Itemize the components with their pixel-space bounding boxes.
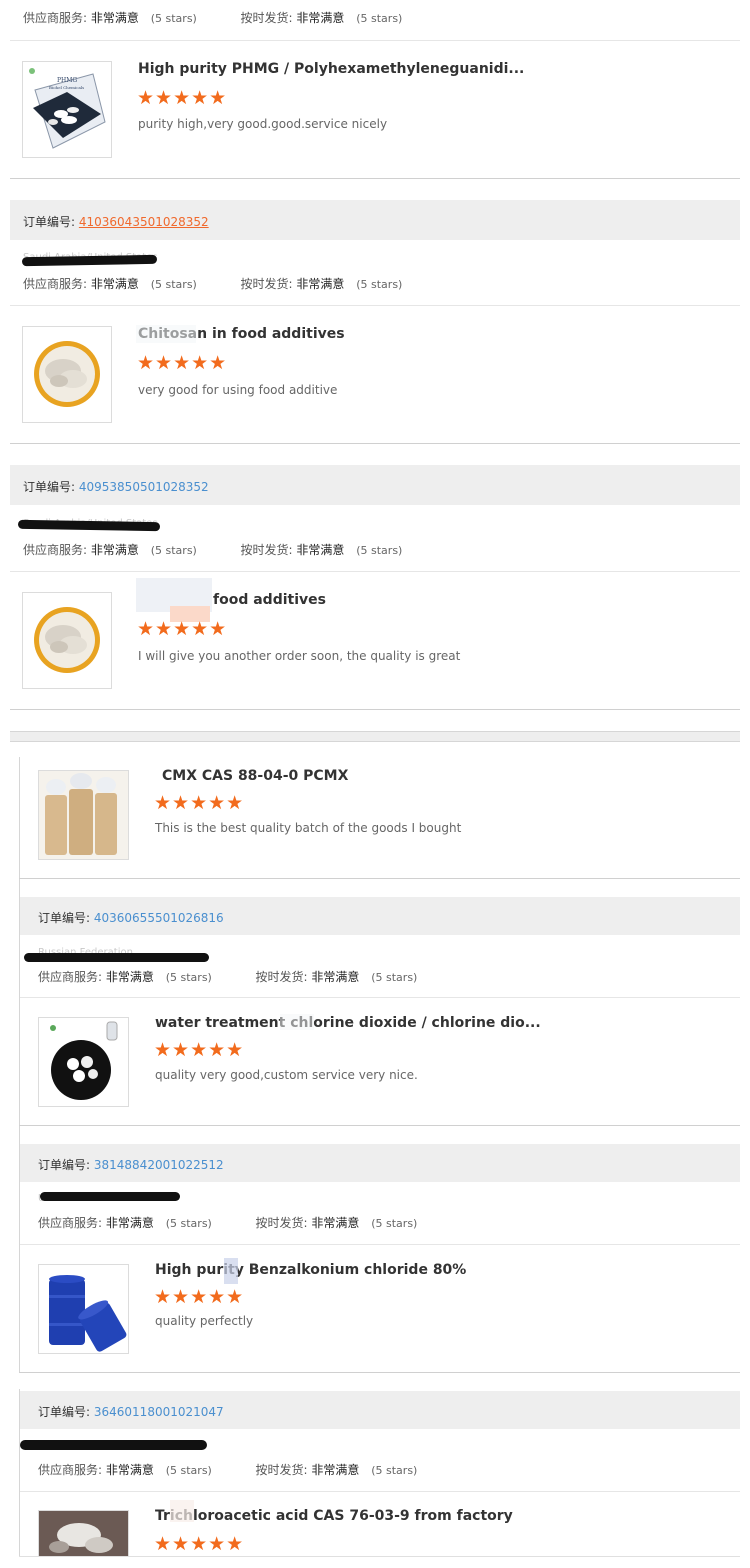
review-comment: I will give you another order soon, the …: [138, 649, 461, 663]
shipping-value: 非常满意: [311, 1463, 360, 1477]
supplier-service-value: 非常满意: [90, 277, 139, 291]
product-title[interactable]: CMX CAS 88-04-0 PCMX: [162, 768, 348, 784]
shipping-label: 按时发货:: [240, 11, 293, 25]
rating-stars: ★★★★★: [154, 1039, 245, 1061]
order-number-label: 订单编号:: [38, 1405, 91, 1419]
product-title[interactable]: High purity Benzalkonium chloride 80%: [155, 1262, 466, 1278]
redaction-mark: [24, 953, 209, 962]
rating-stars: ★★★★★: [154, 792, 245, 814]
rating-stars: ★★★★★: [137, 618, 228, 640]
supplier-service-count: (5 stars): [150, 12, 197, 25]
product-thumbnail[interactable]: [38, 770, 129, 860]
order-number-link[interactable]: 40360655501026816: [94, 911, 224, 925]
shipping-value: 非常满意: [296, 277, 345, 291]
supplier-service-count: (5 stars): [150, 278, 197, 291]
redaction-mark: [20, 1440, 207, 1450]
supplier-service-label: 供应商服务:: [23, 543, 88, 557]
review-comment: This is the best quality batch of the go…: [155, 821, 462, 835]
rating-row: 供应商服务: 非常满意 (5 stars) 按时发货: 非常满意 (5 star…: [23, 541, 402, 558]
order-number-link[interactable]: 38148842001022512: [94, 1158, 224, 1172]
shipping-count: (5 stars): [371, 1464, 418, 1477]
screenshot-separator: [10, 731, 740, 742]
review-comment: quality perfectly: [155, 1314, 254, 1328]
order-header: 订单编号: 40953850501028352: [10, 465, 740, 505]
product-thumbnail[interactable]: [22, 592, 112, 689]
product-title[interactable]: Trichloroacetic acid CAS 76-03-9 from fa…: [155, 1508, 513, 1524]
svg-text:Biohel Chemicals: Biohel Chemicals: [49, 85, 84, 90]
shipping-count: (5 stars): [356, 12, 403, 25]
shipping-label: 按时发货:: [240, 277, 293, 291]
chlorine-dioxide-product-image: [39, 1018, 128, 1106]
supplier-service-value: 非常满意: [90, 543, 139, 557]
order-number-link[interactable]: 40953850501028352: [79, 480, 209, 494]
supplier-service-count: (5 stars): [165, 1217, 212, 1230]
order-header: 订单编号: 41036043501028352: [10, 200, 740, 240]
supplier-service-label: 供应商服务:: [38, 1216, 103, 1230]
rating-row: 供应商服务: 非常满意 (5 stars) 按时发货: 非常满意 (5 star…: [38, 1214, 417, 1231]
product-title[interactable]: High purity PHMG / Polyhexamethyleneguan…: [138, 61, 524, 77]
shipping-value: 非常满意: [296, 543, 345, 557]
rating-row: 供应商服务: 非常满意 (5 stars) 按时发货: 非常满意 (5 star…: [23, 275, 402, 292]
rating-stars: ★★★★★: [154, 1533, 245, 1555]
benzalkonium-product-image: [39, 1265, 128, 1353]
shipping-label: 按时发货:: [255, 1463, 308, 1477]
order-number-label: 订单编号:: [23, 215, 76, 229]
trichloroacetic-product-image: [39, 1511, 128, 1561]
supplier-service-value: 非常满意: [105, 970, 154, 984]
redaction-mark: [17, 519, 161, 532]
shipping-value: 非常满意: [296, 11, 345, 25]
supplier-service-value: 非常满意: [105, 1463, 154, 1477]
shipping-value: 非常满意: [311, 1216, 360, 1230]
shipping-count: (5 stars): [371, 971, 418, 984]
order-header: 订单编号: 38148842001022512: [20, 1144, 740, 1182]
order-number-label: 订单编号:: [38, 1158, 91, 1172]
supplier-service-value: 非常满意: [105, 1216, 154, 1230]
shipping-label: 按时发货:: [240, 543, 293, 557]
product-thumbnail[interactable]: [38, 1264, 129, 1354]
order-number-link[interactable]: 41036043501028352: [79, 215, 209, 229]
product-thumbnail[interactable]: [22, 326, 112, 423]
order-header: 订单编号: 36460118001021047: [20, 1391, 740, 1429]
shipping-label: 按时发货:: [255, 970, 308, 984]
review-comment: purity high,very good.good.service nicel…: [138, 117, 388, 131]
supplier-service-count: (5 stars): [165, 971, 212, 984]
rating-stars: ★★★★★: [137, 87, 228, 109]
rating-row: 供应商服务: 非常满意 (5 stars) 按时发货: 非常满意 (5 star…: [38, 968, 417, 985]
order-number-link[interactable]: 36460118001021047: [94, 1405, 224, 1419]
supplier-service-label: 供应商服务:: [38, 1463, 103, 1477]
rating-row: 供应商服务: 非常满意 (5 stars) 按时发货: 非常满意 (5 star…: [38, 1461, 417, 1478]
supplier-service-count: (5 stars): [150, 544, 197, 557]
shipping-count: (5 stars): [356, 544, 403, 557]
rating-row: 供应商服务: 非常满意 (5 stars) 按时发货: 非常满意 (5 star…: [23, 9, 402, 26]
rating-stars: ★★★★★: [137, 352, 228, 374]
food-additive-product-image: [34, 607, 100, 673]
shipping-count: (5 stars): [371, 1217, 418, 1230]
shipping-value: 非常满意: [311, 970, 360, 984]
product-title[interactable]: water treatment chlorine dioxide / chlor…: [155, 1015, 541, 1031]
redaction-mark: [21, 254, 158, 267]
product-thumbnail[interactable]: PHMG Biohel Chemicals: [22, 61, 112, 158]
shipping-count: (5 stars): [356, 278, 403, 291]
supplier-service-label: 供应商服务:: [38, 970, 103, 984]
supplier-service-value: 非常满意: [90, 11, 139, 25]
supplier-service-count: (5 stars): [165, 1464, 212, 1477]
order-number-label: 订单编号:: [23, 480, 76, 494]
redaction-mark: [40, 1192, 180, 1201]
order-number-label: 订单编号:: [38, 911, 91, 925]
shipping-label: 按时发货:: [255, 1216, 308, 1230]
chitosan-product-image: [34, 341, 100, 407]
rating-stars: ★★★★★: [154, 1286, 245, 1308]
product-title[interactable]: food additives: [213, 592, 326, 608]
product-thumbnail[interactable]: [38, 1017, 129, 1107]
order-header: 订单编号: 40360655501026816: [20, 897, 740, 935]
supplier-service-label: 供应商服务:: [23, 11, 88, 25]
svg-text:PHMG: PHMG: [57, 77, 77, 84]
supplier-service-label: 供应商服务:: [23, 277, 88, 291]
phmg-product-image: PHMG Biohel Chemicals: [23, 62, 111, 157]
review-comment: quality very good,custom service very ni…: [155, 1068, 418, 1082]
product-thumbnail[interactable]: [38, 1510, 129, 1562]
pcmx-product-image: [39, 771, 128, 859]
review-comment: very good for using food additive: [138, 383, 338, 397]
